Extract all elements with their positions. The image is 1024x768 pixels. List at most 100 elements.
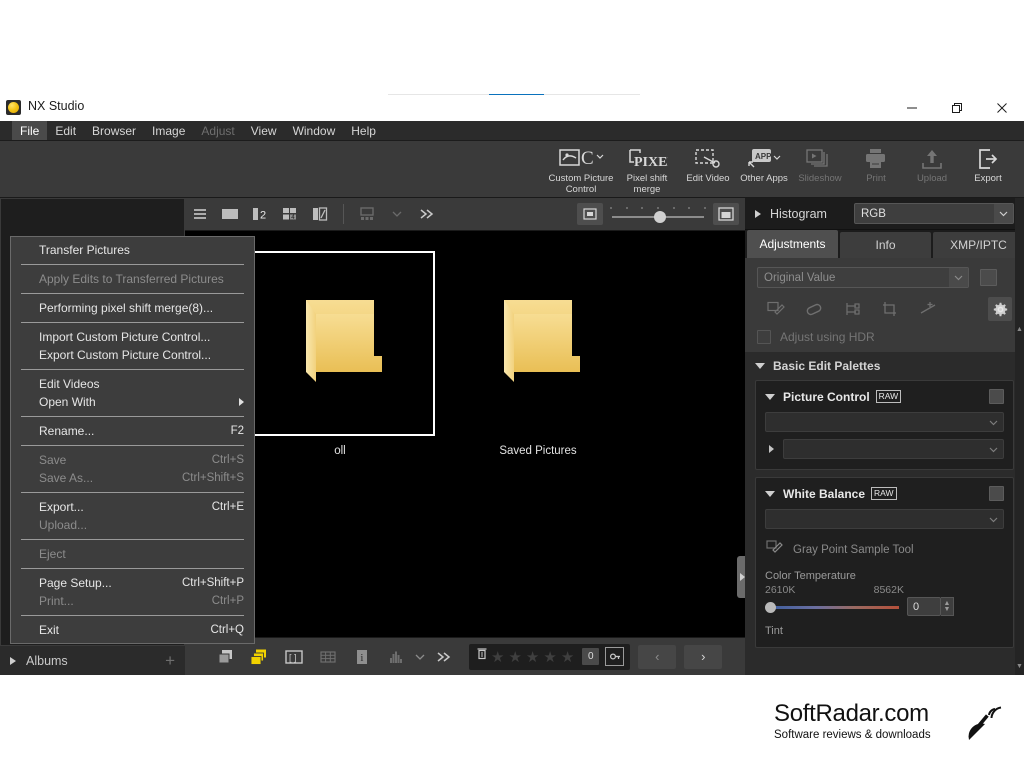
triangle-down-icon[interactable]: [765, 490, 775, 497]
tab-info[interactable]: Info: [840, 232, 931, 258]
single-image-icon[interactable]: [215, 201, 245, 227]
stack-icon[interactable]: [243, 644, 277, 670]
maximize-button[interactable]: [934, 95, 979, 121]
menu-view[interactable]: View: [243, 121, 285, 140]
stepper-down-icon[interactable]: ▼: [944, 606, 951, 613]
straighten-icon[interactable]: [833, 298, 871, 320]
plus-icon[interactable]: +: [165, 652, 175, 669]
star-icon[interactable]: ★: [543, 648, 556, 666]
file-menu-item-transfer-pictures[interactable]: Transfer Pictures: [11, 241, 254, 259]
file-menu-item-export[interactable]: Export... Ctrl+E: [11, 498, 254, 516]
star-icon[interactable]: ★: [561, 648, 574, 666]
triangle-right-icon[interactable]: [10, 656, 16, 665]
file-menu-item-rename[interactable]: Rename... F2: [11, 422, 254, 440]
retouch-brush-icon[interactable]: [795, 298, 833, 320]
right-panel-scrollbar[interactable]: ▲ ▼: [1015, 198, 1024, 675]
perspective-icon[interactable]: [909, 298, 947, 320]
white-balance-header[interactable]: White Balance RAW: [765, 486, 1004, 501]
toolbar-other-apps[interactable]: APP Other Apps: [736, 141, 792, 198]
file-menu-item-performing-pixel-shift-merge-8[interactable]: Performing pixel shift merge(8)...: [11, 299, 254, 317]
albums-section[interactable]: Albums +: [0, 645, 185, 675]
chevron-down-icon[interactable]: [986, 415, 1001, 429]
close-button[interactable]: [979, 95, 1024, 121]
chevron-down-icon[interactable]: [986, 442, 1001, 456]
list-view-icon[interactable]: [185, 201, 215, 227]
menu-file[interactable]: File: [12, 121, 48, 140]
protect-icon[interactable]: [605, 647, 625, 666]
picture-control-select[interactable]: [765, 412, 1004, 432]
preset-select[interactable]: Original Value: [757, 267, 969, 288]
histogram-header[interactable]: Histogram RGB: [745, 198, 1024, 230]
chevron-left-icon[interactable]: ‹: [638, 644, 677, 669]
thumbnail-item[interactable]: oll: [245, 251, 435, 481]
chevron-right-icon[interactable]: ›: [684, 644, 723, 669]
star-icon[interactable]: ★: [526, 648, 539, 666]
file-menu-item-import-custom-picture-control[interactable]: Import Custom Picture Control...: [11, 328, 254, 346]
triangle-right-icon[interactable]: [755, 209, 761, 218]
color-temperature-stepper[interactable]: ▲ ▼: [941, 597, 954, 616]
file-menu-item-edit-videos[interactable]: Edit Videos: [11, 375, 254, 393]
picture-control-sub-select[interactable]: [783, 439, 1004, 459]
gray-point-dropper-icon[interactable]: [765, 538, 785, 561]
file-menu-item-export-custom-picture-control[interactable]: Export Custom Picture Control...: [11, 346, 254, 364]
chevron-down-icon[interactable]: [949, 268, 968, 287]
info-icon[interactable]: i: [345, 644, 379, 670]
picture-control-header[interactable]: Picture Control RAW: [765, 389, 1004, 404]
menu-image[interactable]: Image: [144, 121, 193, 140]
minimize-button[interactable]: [889, 95, 934, 121]
tab-xmp-iptc[interactable]: XMP/IPTC: [933, 232, 1024, 258]
scroll-down-icon[interactable]: ▼: [1015, 660, 1024, 672]
zoom-slider[interactable]: [610, 203, 706, 225]
four-image-grid-icon[interactable]: 4: [275, 201, 305, 227]
color-temperature-value[interactable]: 0: [907, 597, 941, 616]
before-after-icon[interactable]: [305, 201, 335, 227]
star-icon[interactable]: ★: [491, 648, 504, 666]
file-menu-dropdown[interactable]: Transfer Pictures Apply Edits to Transfer…: [10, 236, 255, 644]
file-menu-item-open-with[interactable]: Open With: [11, 393, 254, 411]
histogram-dropdown-chevron-down-icon[interactable]: [413, 644, 427, 670]
triangle-right-icon[interactable]: [769, 445, 774, 453]
chevron-down-icon[interactable]: [986, 512, 1001, 526]
filmstrip-icon[interactable]: [352, 201, 382, 227]
color-temperature-knob[interactable]: [765, 601, 776, 613]
preset-checkbox[interactable]: [980, 269, 997, 286]
gear-icon[interactable]: [988, 297, 1012, 321]
tab-adjustments[interactable]: Adjustments: [747, 230, 838, 258]
toolbar-export[interactable]: Export: [960, 141, 1016, 198]
white-balance-select[interactable]: [765, 509, 1004, 529]
file-menu-item-exit[interactable]: Exit Ctrl+Q: [11, 621, 254, 639]
hdr-checkbox[interactable]: [757, 330, 771, 344]
menu-edit[interactable]: Edit: [47, 121, 84, 140]
hdr-row[interactable]: Adjust using HDR: [757, 330, 1012, 346]
scroll-up-icon[interactable]: ▲: [1015, 323, 1024, 335]
triangle-down-icon[interactable]: [765, 393, 775, 400]
copy-icon[interactable]: [209, 644, 243, 670]
crop-marks-icon[interactable]: [ ]: [277, 644, 311, 670]
trash-icon[interactable]: [475, 646, 489, 667]
chevron-double-right-icon[interactable]: [427, 644, 461, 670]
crop-icon[interactable]: [871, 298, 909, 320]
toolbar-custom-picture-control[interactable]: C Custom Picture Control: [548, 141, 614, 198]
zoom-slider-knob[interactable]: [654, 211, 666, 223]
color-temperature-slider[interactable]: [765, 600, 899, 614]
menu-window[interactable]: Window: [285, 121, 344, 140]
filmstrip-dropdown-chevron-down-icon[interactable]: [382, 201, 412, 227]
chevron-down-icon[interactable]: [994, 204, 1013, 223]
picture-control-checkbox[interactable]: [989, 389, 1004, 404]
white-balance-dropper-icon[interactable]: [757, 298, 795, 320]
basic-edit-palettes-header[interactable]: Basic Edit Palettes: [745, 352, 1024, 373]
gray-point-row[interactable]: Gray Point Sample Tool: [765, 538, 1004, 561]
toolbar-pixel-shift-merge[interactable]: PIXEL Pixel shift merge: [614, 141, 680, 198]
two-image-compare-icon[interactable]: 2: [245, 201, 275, 227]
chevron-double-right-icon[interactable]: [412, 201, 442, 227]
histogram-icon[interactable]: [379, 644, 413, 670]
file-menu-item-page-setup[interactable]: Page Setup... Ctrl+Shift+P: [11, 574, 254, 592]
menu-browser[interactable]: Browser: [84, 121, 144, 140]
star-icon[interactable]: ★: [508, 648, 521, 666]
white-balance-checkbox[interactable]: [989, 486, 1004, 501]
rating-widget[interactable]: ★ ★ ★ ★ ★ 0: [469, 643, 631, 670]
grid-icon[interactable]: [311, 644, 345, 670]
fit-to-screen-icon[interactable]: [577, 203, 603, 225]
toolbar-edit-video[interactable]: Edit Video: [680, 141, 736, 198]
menu-help[interactable]: Help: [343, 121, 384, 140]
